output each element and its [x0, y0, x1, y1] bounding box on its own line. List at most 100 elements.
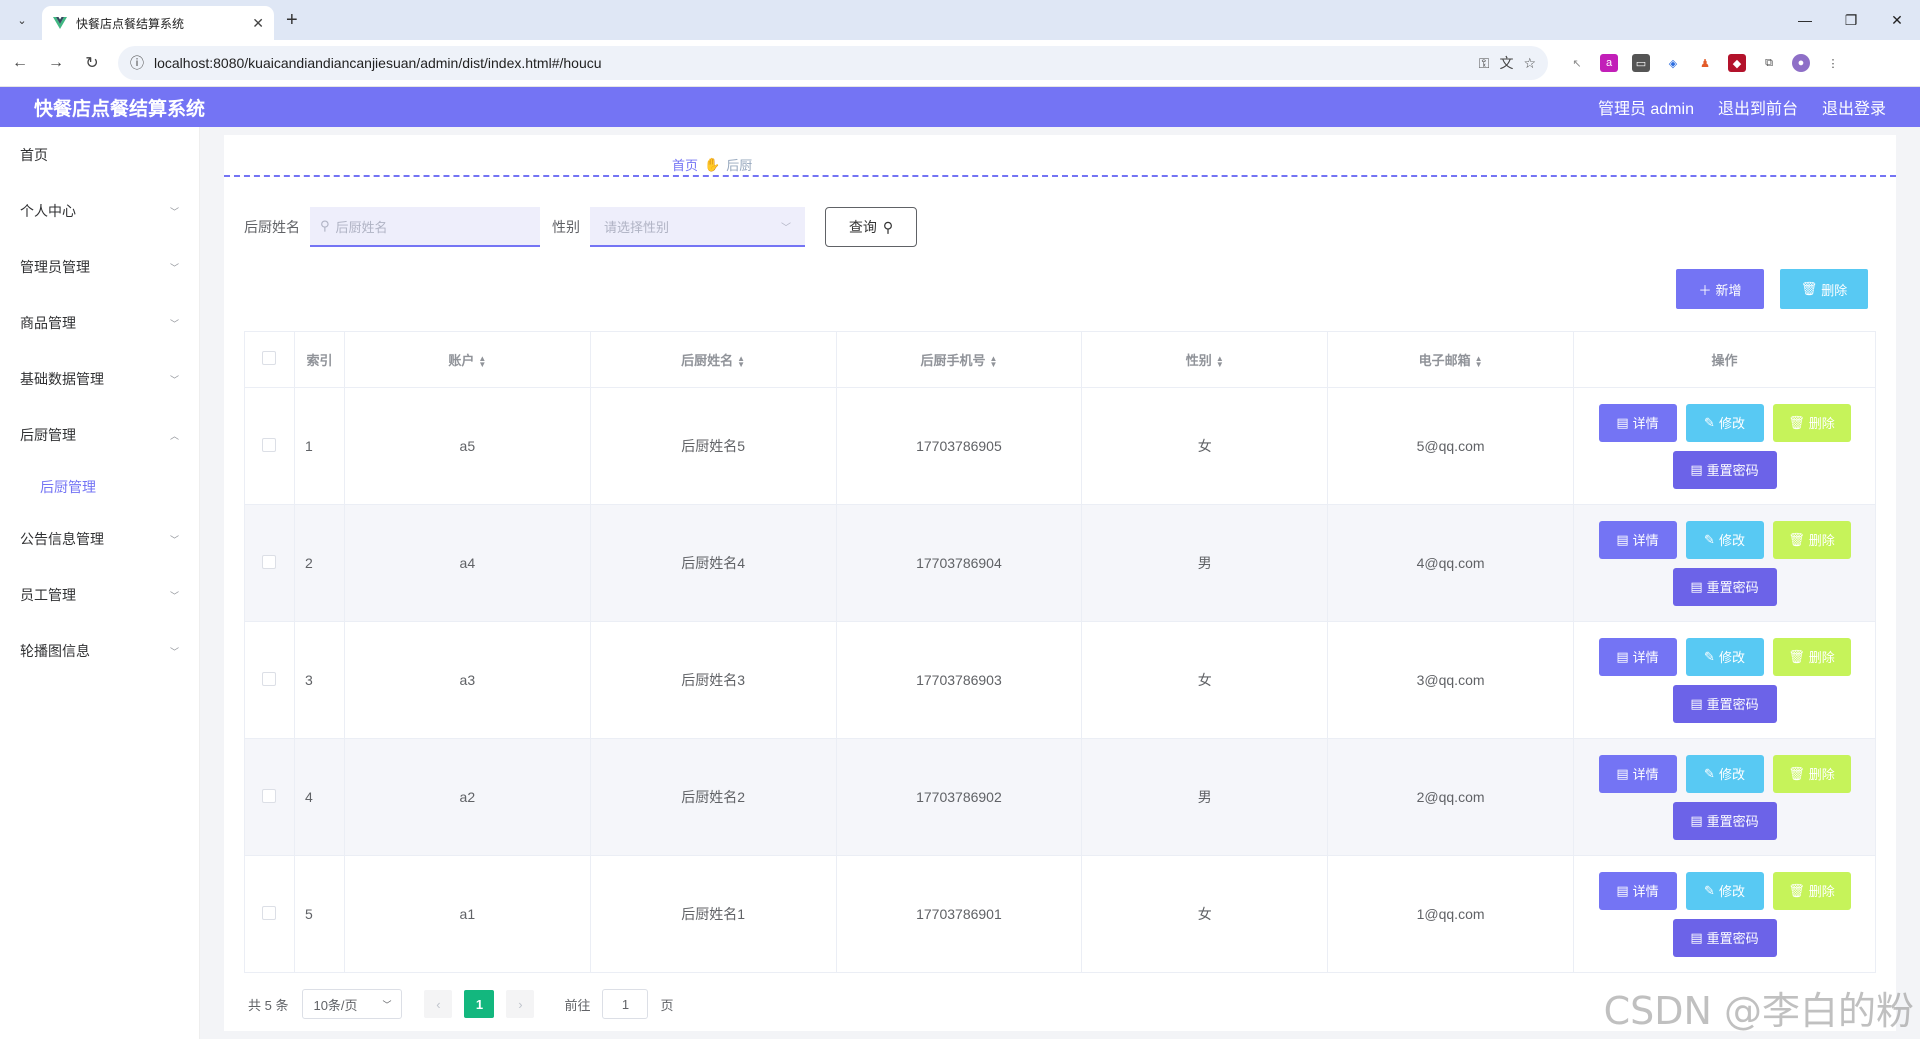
- sort-icon[interactable]: ▲ ▼: [1216, 354, 1224, 368]
- sidebar-item-product-management[interactable]: 商品管理 ﹀: [0, 295, 199, 351]
- reset-password-button[interactable]: ▤ 重置密码: [1672, 684, 1777, 723]
- trash-icon: 🗑: [1788, 414, 1805, 430]
- delete-button[interactable]: 🗑 删除: [1772, 871, 1851, 910]
- detail-button-label: 详情: [1632, 533, 1659, 548]
- sidebar-item-personal-center[interactable]: 个人中心 ﹀: [0, 183, 199, 239]
- edit-button[interactable]: ✎ 修改: [1685, 520, 1764, 559]
- col-account[interactable]: 账户 ▲ ▼: [343, 331, 591, 388]
- minimize-icon[interactable]: —: [1782, 0, 1828, 40]
- reset-password-button[interactable]: ▤ 重置密码: [1672, 567, 1777, 606]
- reload-icon[interactable]: ↻: [76, 47, 108, 79]
- detail-button[interactable]: ▤ 详情: [1598, 637, 1677, 676]
- row-checkbox[interactable]: [262, 554, 277, 569]
- page-size-select[interactable]: 10条/页 ﹀: [302, 989, 403, 1019]
- forward-icon[interactable]: →: [40, 47, 72, 79]
- col-phone[interactable]: 后厨手机号 ▲ ▼: [835, 331, 1083, 388]
- logout-link[interactable]: 退出登录: [1822, 95, 1886, 119]
- close-window-icon[interactable]: ✕: [1874, 0, 1920, 40]
- col-email[interactable]: 电子邮箱 ▲ ▼: [1327, 331, 1574, 388]
- reset-password-button[interactable]: ▤ 重置密码: [1672, 801, 1777, 840]
- reset-password-button[interactable]: ▤ 重置密码: [1672, 918, 1777, 957]
- shield-extension-icon[interactable]: ◆: [1728, 54, 1746, 72]
- sort-icon[interactable]: ▲ ▼: [1475, 354, 1483, 368]
- sidebar-item-carousel[interactable]: 轮播图信息 ﹀: [0, 623, 199, 679]
- sidebar-item-kitchen-management[interactable]: 后厨管理 ︿: [0, 407, 199, 463]
- puzzle-extensions-icon[interactable]: ⧉: [1760, 54, 1778, 72]
- add-button[interactable]: ＋ 新增: [1676, 269, 1764, 309]
- browser-tab[interactable]: 快餐店点餐结算系统 ✕: [42, 6, 274, 40]
- sidebar-item-staff-management[interactable]: 员工管理 ﹀: [0, 567, 199, 623]
- restore-icon[interactable]: ❐: [1828, 0, 1874, 40]
- row-checkbox[interactable]: [262, 788, 277, 803]
- sort-icon[interactable]: ▲ ▼: [989, 354, 997, 368]
- goto-page-input[interactable]: 1: [602, 989, 649, 1019]
- query-button[interactable]: 查询 ⚲: [825, 207, 917, 247]
- new-tab-button[interactable]: +: [286, 9, 298, 32]
- edit-button[interactable]: ✎ 修改: [1685, 637, 1764, 676]
- delete-button[interactable]: 🗑 删除: [1772, 403, 1851, 442]
- layers-extension-icon[interactable]: ◈: [1664, 54, 1682, 72]
- detail-button-label: 详情: [1632, 884, 1659, 899]
- sidebar-item-label: 基础数据管理: [20, 371, 104, 387]
- exit-to-front-link[interactable]: 退出到前台: [1718, 95, 1798, 119]
- browser-toolbar: ← → ↻ ⓘ localhost:8080/kuaicandiandianca…: [0, 40, 1920, 87]
- name-search-input[interactable]: ⚲ 后厨姓名: [310, 207, 540, 247]
- address-bar[interactable]: ⓘ localhost:8080/kuaicandiandiancanjiesu…: [118, 46, 1548, 80]
- sidebar-item-announcements[interactable]: 公告信息管理 ﹀: [0, 511, 199, 567]
- col-name[interactable]: 后厨姓名 ▲ ▼: [589, 331, 837, 388]
- window-extension-icon[interactable]: ▭: [1632, 54, 1650, 72]
- browser-menu-icon[interactable]: ⋮: [1824, 54, 1842, 72]
- site-info-icon[interactable]: ⓘ: [130, 53, 144, 73]
- breadcrumb-current: 后厨: [726, 158, 753, 173]
- breadcrumb-home[interactable]: 首页: [672, 155, 698, 174]
- reset-password-button[interactable]: ▤ 重置密码: [1672, 450, 1777, 489]
- delete-button[interactable]: 🗑 删除: [1772, 637, 1851, 676]
- ai-extension-icon[interactable]: a: [1600, 54, 1618, 72]
- name-search-placeholder: 后厨姓名: [335, 219, 388, 235]
- profile-avatar-icon[interactable]: ●: [1792, 54, 1810, 72]
- edit-button[interactable]: ✎ 修改: [1685, 871, 1764, 910]
- bookmark-star-icon[interactable]: ☆: [1523, 55, 1536, 72]
- gender-select[interactable]: 请选择性别 ﹀: [590, 207, 805, 247]
- detail-button[interactable]: ▤ 详情: [1598, 403, 1677, 442]
- edit-button[interactable]: ✎ 修改: [1685, 754, 1764, 793]
- next-page-icon[interactable]: ›: [506, 990, 535, 1018]
- sort-icon[interactable]: ▲ ▼: [478, 354, 486, 368]
- row-checkbox[interactable]: [262, 437, 277, 452]
- col-gender[interactable]: 性别 ▲ ▼: [1081, 331, 1329, 388]
- sort-icon[interactable]: ▲ ▼: [737, 354, 745, 368]
- chevron-down-icon: ﹀: [169, 206, 179, 217]
- detail-button[interactable]: ▤ 详情: [1598, 754, 1677, 793]
- delete-button[interactable]: 🗑 删除: [1772, 520, 1851, 559]
- row-checkbox[interactable]: [262, 905, 277, 920]
- sidebar-item-label: 后厨管理: [20, 427, 76, 443]
- row-select-cell: [244, 621, 295, 739]
- delete-button-label: 删除: [1808, 416, 1835, 431]
- url-text[interactable]: localhost:8080/kuaicandiandiancanjiesuan…: [154, 55, 1469, 71]
- extensions-area: ↖ a ▭ ◈ ♟ ◆ ⧉ ● ⋮: [1568, 54, 1842, 72]
- detail-button[interactable]: ▤ 详情: [1598, 871, 1677, 910]
- cursor-extension-icon[interactable]: ↖: [1568, 54, 1586, 72]
- person-extension-icon[interactable]: ♟: [1696, 54, 1714, 72]
- sidebar-subitem-kitchen-management[interactable]: 后厨管理: [0, 463, 199, 511]
- sidebar-item-home[interactable]: 首页: [0, 127, 199, 183]
- pencil-icon: ✎: [1704, 531, 1715, 547]
- table-header-row: 索引 账户 ▲ ▼ 后厨姓名 ▲ ▼ 后厨手机号 ▲ ▼ 性别 ▲ ▼ 电子邮箱 ▲ ▼ 操作: [244, 331, 1876, 388]
- close-tab-icon[interactable]: ✕: [252, 15, 264, 32]
- window-controls: — ❐ ✕: [1782, 0, 1920, 40]
- row-checkbox[interactable]: [262, 671, 277, 686]
- password-key-icon[interactable]: ⚿: [1479, 55, 1490, 72]
- back-icon[interactable]: ←: [4, 47, 36, 79]
- translate-icon[interactable]: 文: [1499, 53, 1513, 73]
- sidebar-item-basic-data[interactable]: 基础数据管理 ﹀: [0, 351, 199, 407]
- tab-search-chevron-icon[interactable]: ⌄: [8, 6, 36, 34]
- table-row: 4 a2 后厨姓名2 17703786902 男 2@qq.com ▤ 详情 ✎ 修改 🗑 删除 ▤ 重置…: [244, 738, 1876, 856]
- batch-delete-button[interactable]: 🗑 删除: [1780, 269, 1868, 309]
- detail-button[interactable]: ▤ 详情: [1598, 520, 1677, 559]
- delete-button[interactable]: 🗑 删除: [1772, 754, 1851, 793]
- select-all-checkbox[interactable]: [262, 351, 277, 365]
- page-number-current[interactable]: 1: [464, 990, 495, 1018]
- edit-button[interactable]: ✎ 修改: [1685, 403, 1764, 442]
- sidebar-item-admin-management[interactable]: 管理员管理 ﹀: [0, 239, 199, 295]
- prev-page-icon[interactable]: ‹: [424, 990, 453, 1018]
